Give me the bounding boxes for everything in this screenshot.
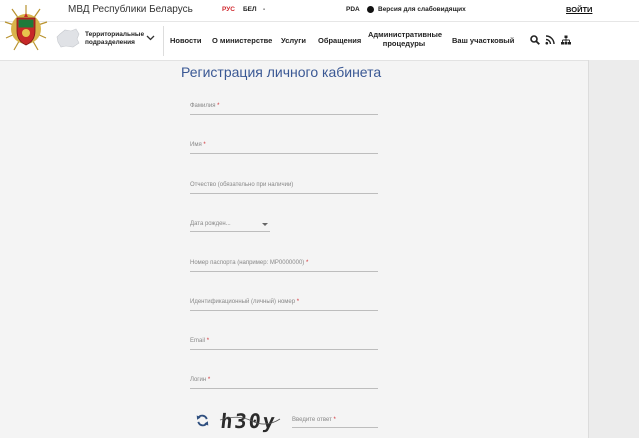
sitemap-icon[interactable] (561, 35, 571, 45)
passport-placeholder: Номер паспорта (например: MP0000000) (190, 260, 305, 266)
refresh-captcha-icon[interactable] (196, 414, 209, 427)
name-placeholder: Имя (190, 142, 202, 148)
nav-news[interactable]: Новости (170, 36, 201, 45)
answer-placeholder: Введите ответ (292, 417, 332, 423)
lang-more: - (263, 6, 266, 13)
email-field[interactable]: Email * (190, 337, 378, 350)
lang-by[interactable]: БЕЛ (243, 6, 257, 13)
personal-id-field[interactable]: Идентификационный (личный) номер * (190, 298, 378, 311)
login-link[interactable]: ВОЙТИ (566, 5, 592, 14)
rss-icon[interactable] (545, 35, 555, 45)
surname-placeholder: Фамилия (190, 103, 216, 109)
nav-officer[interactable]: Ваш участковый (452, 36, 514, 45)
low-vision-icon[interactable] (367, 6, 374, 13)
emblem-logo[interactable] (4, 4, 48, 54)
top-bar: МВД Республики Беларусь РУС БЕЛ - PDA Ве… (0, 0, 639, 22)
nav-admin-line1: Административные (368, 30, 443, 39)
captcha-image: h30y (218, 408, 282, 434)
personal-id-placeholder: Идентификационный (личный) номер (190, 299, 296, 305)
nav-services[interactable]: Услуги (281, 36, 306, 45)
nav-about[interactable]: О министерстве (212, 36, 272, 45)
required-mark: * (207, 377, 211, 383)
name-field[interactable]: Имя * (190, 141, 378, 154)
patronymic-field[interactable]: Отчество (обязательно при наличии) (190, 181, 378, 194)
email-placeholder: Email (190, 338, 206, 344)
region-label-line1: Территориальные (85, 31, 145, 38)
birth-date-placeholder: Дата рожден... (190, 221, 231, 227)
search-icon[interactable] (530, 35, 540, 45)
patronymic-placeholder: Отчество (обязательно при наличии) (190, 182, 294, 188)
required-mark: * (296, 299, 300, 305)
captcha-answer-field[interactable]: Введите ответ * (292, 415, 378, 428)
nav-divider (163, 26, 164, 56)
site-title[interactable]: МВД Республики Беларусь (68, 4, 193, 15)
dropdown-arrow-icon (262, 223, 268, 226)
birth-date-field[interactable]: Дата рожден... (190, 219, 270, 232)
page-title: Регистрация личного кабинета (181, 64, 382, 80)
required-mark: * (217, 103, 220, 109)
low-vision-link[interactable]: Версия для слабовидящих (378, 6, 466, 13)
chevron-down-icon[interactable] (146, 35, 155, 41)
login-field[interactable]: Логин * (190, 376, 378, 389)
nav-admin-procedures[interactable]: Административные процедуры (368, 30, 443, 48)
lang-ru[interactable]: РУС (222, 6, 235, 13)
login-placeholder: Логин (190, 377, 207, 383)
nav-admin-line2: процедуры (382, 39, 426, 48)
region-label-line2: подразделения (85, 39, 135, 46)
surname-field[interactable]: Фамилия * (190, 102, 378, 115)
required-mark: * (203, 142, 206, 148)
passport-field[interactable]: Номер паспорта (например: MP0000000) * (190, 259, 378, 272)
pda-link[interactable]: PDA (346, 6, 360, 13)
belarus-map-icon[interactable] (56, 28, 80, 48)
required-mark: * (305, 260, 309, 266)
required-mark: * (333, 417, 336, 423)
right-sidebar (588, 60, 639, 438)
captcha-text: h30y (219, 409, 278, 433)
required-mark: * (206, 338, 210, 344)
region-selector[interactable]: Территориальные подразделения (85, 31, 144, 47)
nav-appeals[interactable]: Обращения (318, 36, 361, 45)
